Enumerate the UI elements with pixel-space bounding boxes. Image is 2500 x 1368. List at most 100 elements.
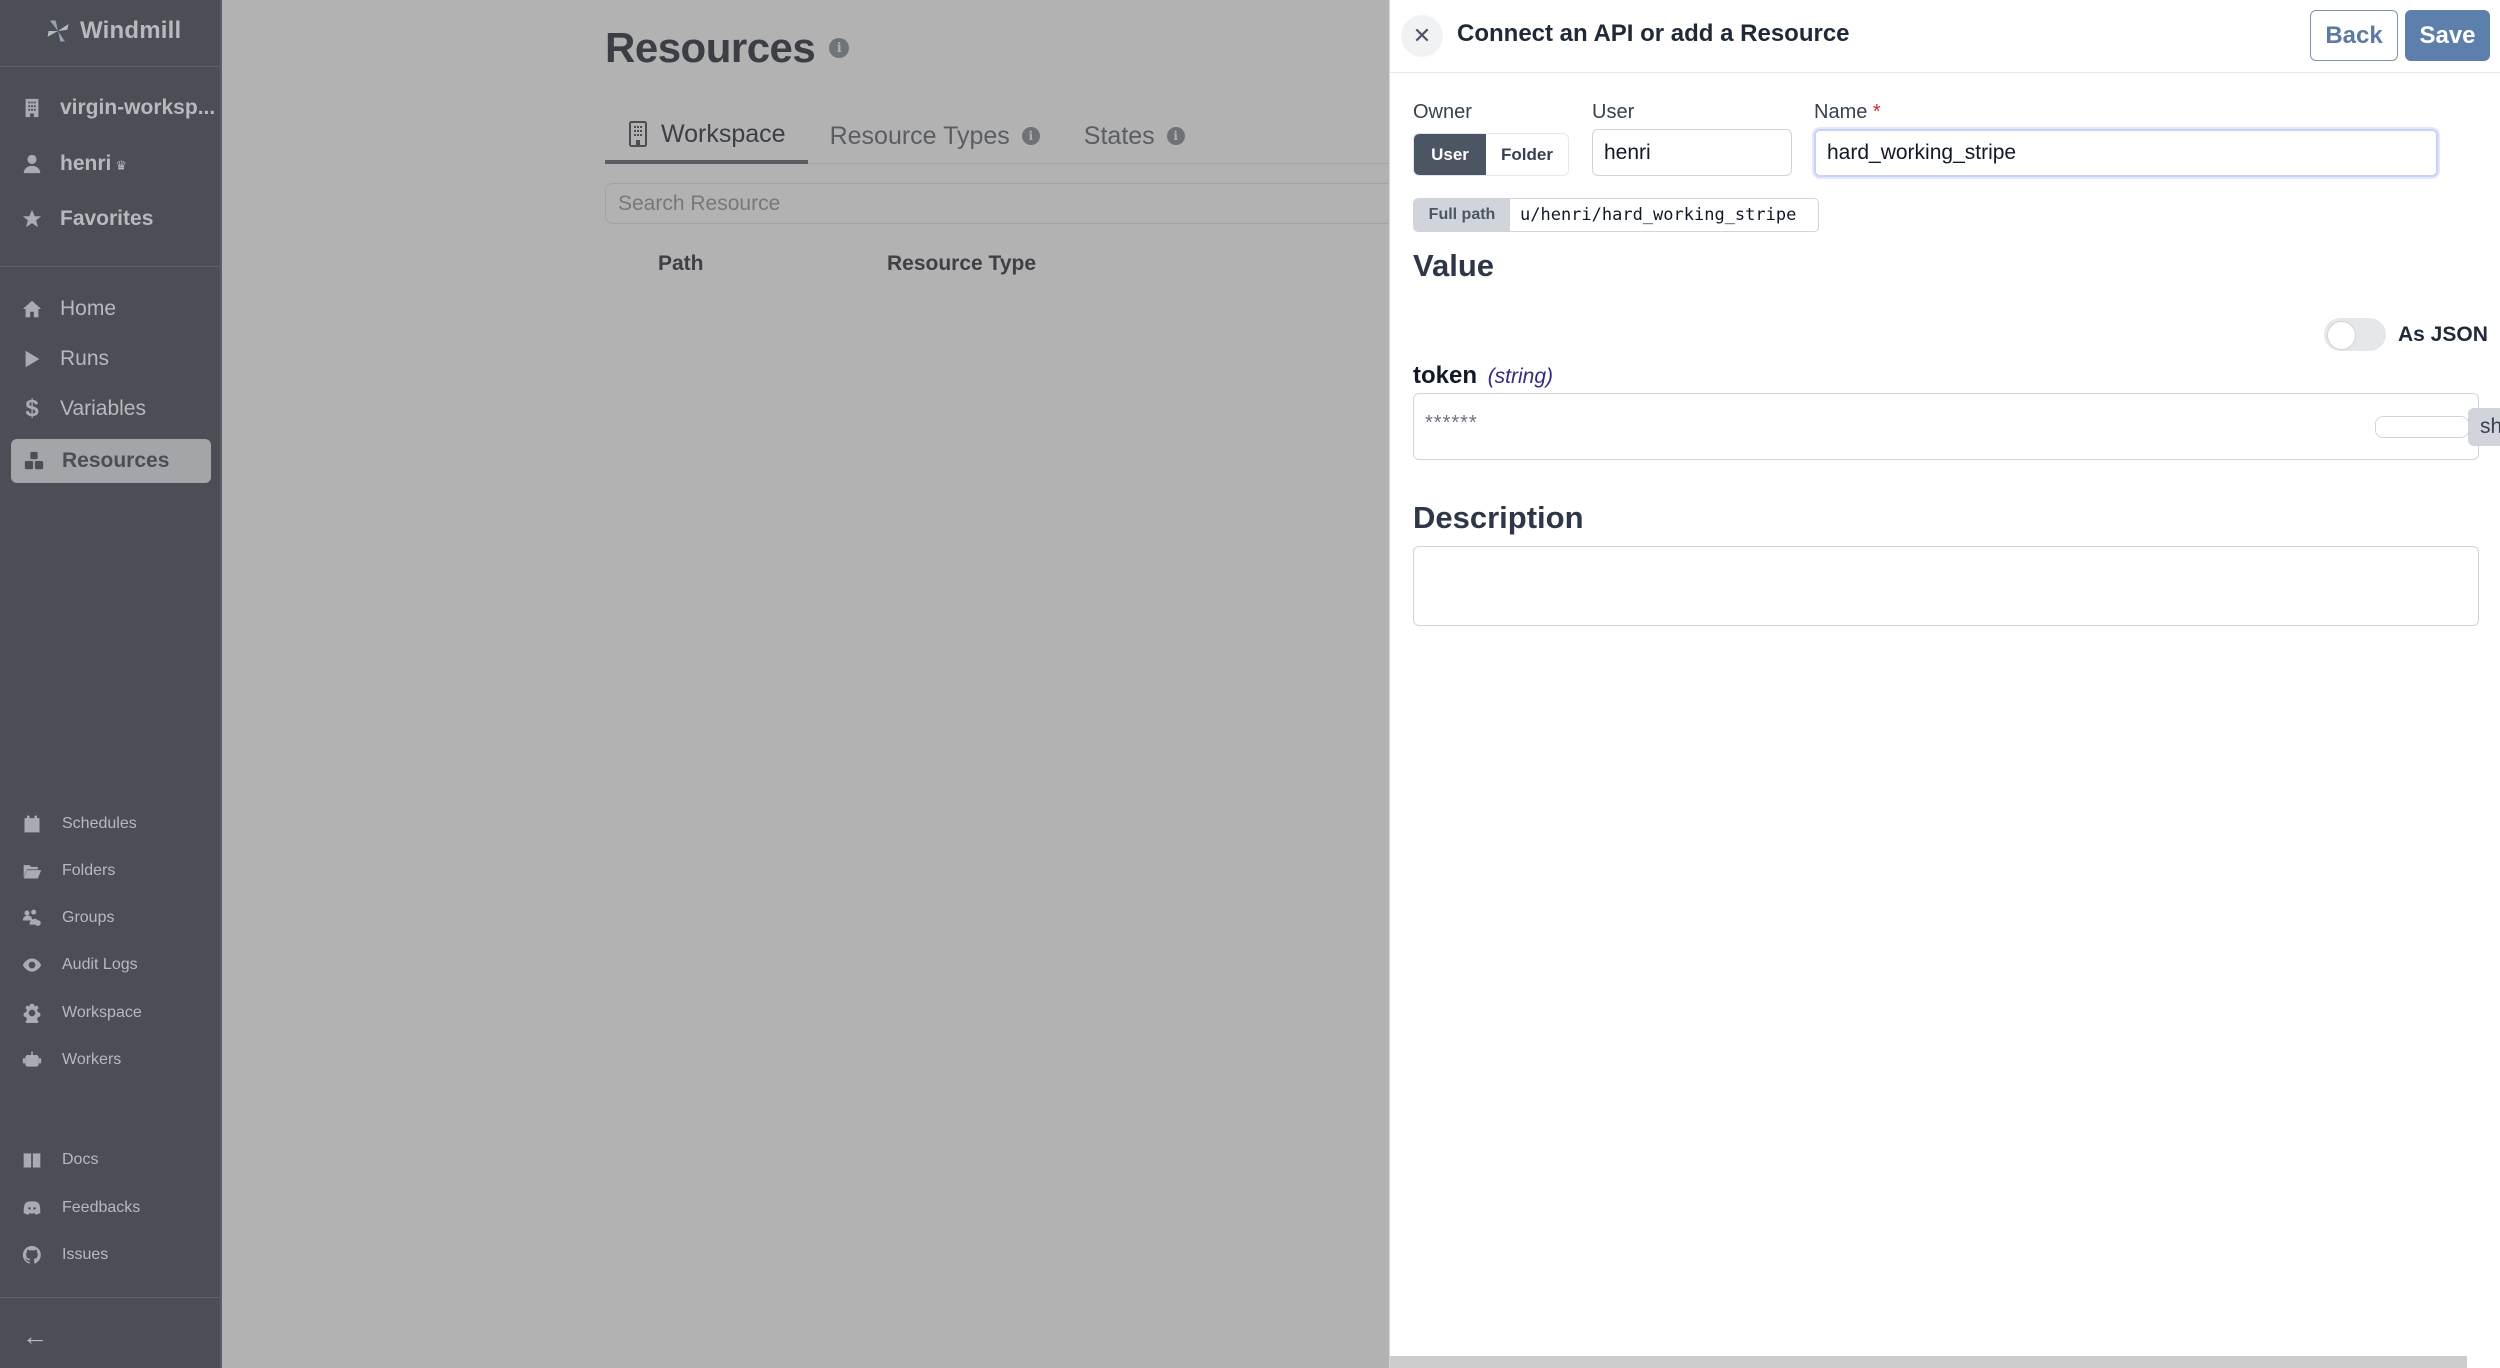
sidebar-item-label: Variables xyxy=(60,397,146,420)
info-icon[interactable]: i xyxy=(829,38,850,58)
tab-resource-types[interactable]: Resource Types i xyxy=(808,108,1062,164)
tab-label: Workspace xyxy=(661,119,786,148)
sidebar-item-resources[interactable]: Resources xyxy=(11,439,211,483)
folder-open-icon xyxy=(20,859,44,883)
sidebar-item-workers[interactable]: Workers xyxy=(20,1048,121,1072)
user-label: User xyxy=(1592,101,1635,123)
logo[interactable]: Windmill xyxy=(44,14,181,48)
sidebar-item-variables[interactable]: $ Variables xyxy=(20,395,146,422)
crown-icon: ♛ xyxy=(115,158,127,173)
windmill-logo-icon xyxy=(47,20,69,42)
sidebar-item-label: Runs xyxy=(60,347,110,370)
value-heading: Value xyxy=(1413,248,1494,283)
search-input[interactable]: Search Resource xyxy=(605,183,1390,224)
resource-drawer: ✕ Connect an API or add a Resource Back … xyxy=(1389,0,2500,1368)
sidebar-item-label: Docs xyxy=(62,1151,99,1168)
github-icon xyxy=(20,1243,44,1267)
sidebar-divider xyxy=(0,66,220,67)
sidebar-divider xyxy=(0,266,220,267)
token-inner-input[interactable] xyxy=(2375,416,2469,438)
name-label: Name * xyxy=(1814,101,1881,124)
user-menu[interactable]: henri ♛ xyxy=(20,152,127,176)
collapse-sidebar-button[interactable]: ← xyxy=(22,1321,48,1352)
sidebar-item-label: Feedbacks xyxy=(62,1199,141,1216)
sidebar-item-schedules[interactable]: Schedules xyxy=(20,812,137,836)
main-content: Resources i Workspace Resource Types i S… xyxy=(222,0,1390,1368)
as-json-switch[interactable] xyxy=(2324,318,2386,351)
back-button[interactable]: Back xyxy=(2310,10,2398,61)
workspace-selector[interactable]: virgin-worksp... xyxy=(20,96,215,120)
token-masked-value: ****** xyxy=(1425,412,1478,434)
save-button[interactable]: Save xyxy=(2405,10,2490,61)
description-textarea[interactable] xyxy=(1413,546,2479,626)
star-icon xyxy=(20,207,44,231)
page-title: Resources i xyxy=(605,24,850,72)
page-title-text: Resources xyxy=(605,24,816,71)
building-icon xyxy=(20,96,44,120)
owner-toggle: User Folder xyxy=(1413,133,1569,176)
sidebar-item-label: Workers xyxy=(62,1051,122,1068)
sidebar-item-runs[interactable]: Runs xyxy=(20,347,109,371)
sidebar-item-groups[interactable]: Groups xyxy=(20,906,114,930)
user-field[interactable]: henri xyxy=(1592,129,1792,176)
owner-label: Owner xyxy=(1413,101,1472,123)
home-icon xyxy=(20,297,44,321)
sidebar-divider xyxy=(0,1297,220,1298)
sidebar-item-label: Resources xyxy=(62,449,170,472)
calendar-icon xyxy=(20,812,44,836)
info-icon: i xyxy=(1021,127,1040,145)
name-label-text: Name xyxy=(1814,101,1868,123)
workspace-name: virgin-worksp... xyxy=(60,96,216,119)
sidebar-item-docs[interactable]: Docs xyxy=(20,1148,98,1172)
token-input[interactable]: ****** xyxy=(1413,393,2479,460)
show-password-label: sh xyxy=(2480,415,2500,438)
eye-icon xyxy=(20,953,44,977)
play-icon xyxy=(20,347,44,371)
token-field-name: token xyxy=(1413,362,1478,389)
dollar-icon: $ xyxy=(25,395,39,422)
sidebar-item-favorites[interactable]: Favorites xyxy=(20,207,153,231)
search-placeholder: Search Resource xyxy=(618,191,781,215)
building-icon xyxy=(629,121,647,147)
horizontal-scrollbar[interactable] xyxy=(1390,1356,2467,1368)
owner-folder-option[interactable]: Folder xyxy=(1486,134,1568,175)
user-name: henri xyxy=(60,152,112,175)
sidebar-item-feedbacks[interactable]: Feedbacks xyxy=(20,1196,140,1220)
tabs: Workspace Resource Types i States i xyxy=(605,108,1390,164)
owner-user-option[interactable]: User xyxy=(1414,134,1486,175)
robot-icon xyxy=(20,1048,44,1072)
sidebar-item-audit-logs[interactable]: Audit Logs xyxy=(20,953,138,977)
tab-workspace[interactable]: Workspace xyxy=(605,108,808,164)
sidebar-item-label: Folders xyxy=(62,862,116,879)
sidebar-item-home[interactable]: Home xyxy=(20,297,116,321)
user-field-value: henri xyxy=(1604,140,1651,164)
tab-states[interactable]: States i xyxy=(1062,108,1207,164)
drawer-title: Connect an API or add a Resource xyxy=(1457,20,1850,47)
full-path-label: Full path xyxy=(1414,199,1510,231)
app-name: Windmill xyxy=(80,17,182,44)
sidebar-item-label: Issues xyxy=(62,1246,109,1263)
as-json-toggle[interactable]: As JSON xyxy=(2324,318,2488,351)
user-icon xyxy=(20,152,44,176)
boxes-icon xyxy=(22,449,46,473)
sidebar-item-workspace[interactable]: Workspace xyxy=(20,1001,142,1025)
sidebar-item-label: Groups xyxy=(62,909,115,926)
show-password-button[interactable]: sh xyxy=(2468,408,2500,446)
sidebar-item-folders[interactable]: Folders xyxy=(20,859,115,883)
name-field[interactable]: hard_working_stripe xyxy=(1814,129,2438,177)
token-field-type: (string) xyxy=(1487,365,1554,388)
sidebar-item-label: Workspace xyxy=(62,1004,142,1021)
sidebar-item-label: Schedules xyxy=(62,815,137,832)
column-header-resource-type[interactable]: Resource Type xyxy=(887,252,1036,276)
sidebar-item-issues[interactable]: Issues xyxy=(20,1243,108,1267)
column-header-path[interactable]: Path xyxy=(658,252,704,276)
required-marker: * xyxy=(1872,101,1881,123)
discord-icon xyxy=(20,1196,44,1220)
token-label: token (string) xyxy=(1413,362,1553,390)
info-icon: i xyxy=(1166,127,1185,145)
sidebar-item-label: Home xyxy=(60,297,117,320)
as-json-label: As JSON xyxy=(2398,322,2488,346)
close-button[interactable]: ✕ xyxy=(1401,15,1443,57)
description-heading: Description xyxy=(1413,500,1584,535)
full-path-value: u/henri/hard_working_stripe xyxy=(1520,205,1797,225)
